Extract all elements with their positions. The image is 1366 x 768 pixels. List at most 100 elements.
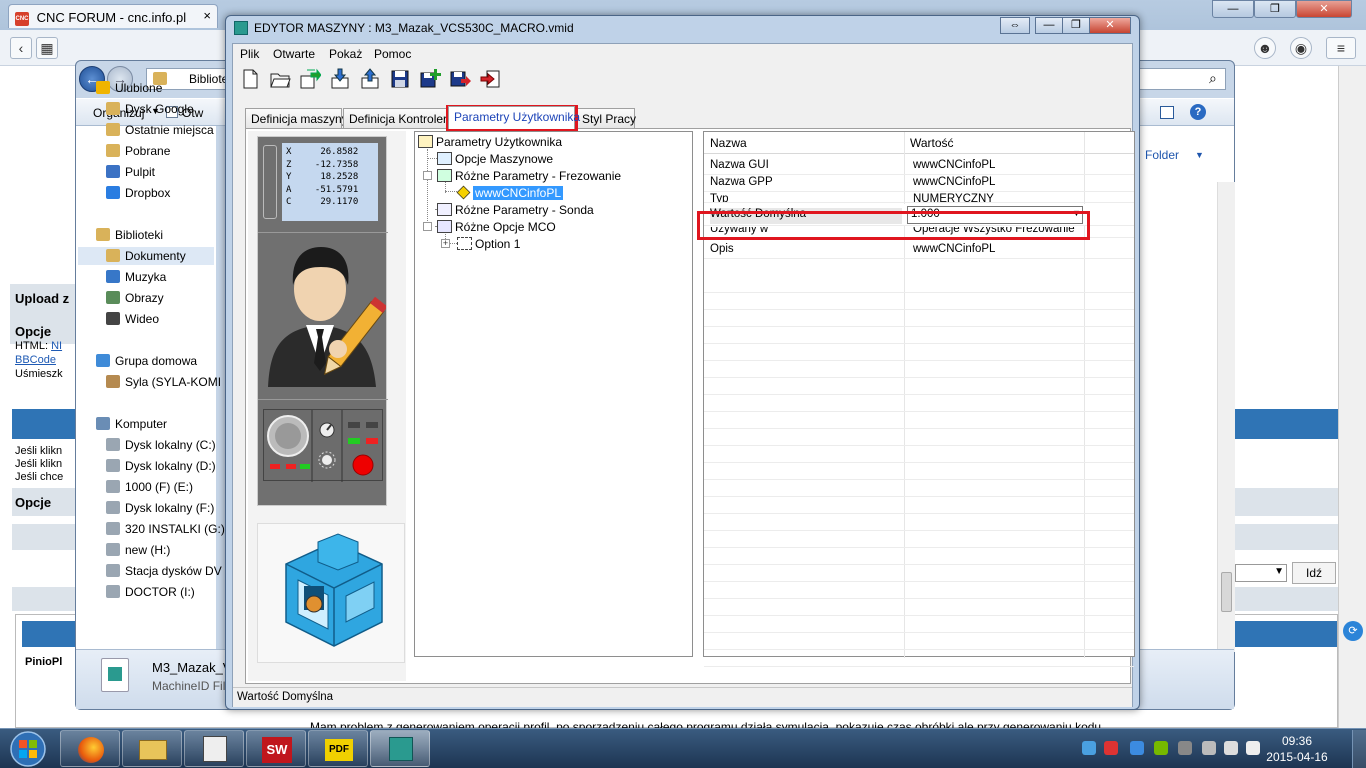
back-icon[interactable]: ‹ <box>10 37 32 59</box>
bbcode-link[interactable]: BBCode <box>15 354 56 366</box>
tree-mco-options[interactable]: Różne Opcje MCO <box>437 219 556 235</box>
display-tray-icon[interactable] <box>1178 741 1192 755</box>
flag-tray-icon[interactable] <box>1202 741 1216 755</box>
nav-item[interactable]: Dropbox <box>106 184 170 202</box>
grid-empty-row <box>704 599 1134 616</box>
tree-root[interactable]: Parametry Użytkownika <box>418 134 562 150</box>
collapse-toggle[interactable] <box>423 171 432 180</box>
search-icon[interactable]: ⌕ <box>1209 70 1217 87</box>
content-scrollbar[interactable] <box>1217 182 1235 652</box>
firefox-taskbar-icon[interactable] <box>60 730 120 767</box>
nav-item[interactable]: Pobrane <box>106 142 170 160</box>
menu-plik[interactable]: Plik <box>240 47 259 61</box>
tree-machine-options[interactable]: Opcje Maszynowe <box>437 151 553 167</box>
solidworks-taskbar-icon[interactable]: SW <box>246 730 306 767</box>
tab-controller-definition[interactable]: Definicja Kontrolera <box>343 108 448 128</box>
nav-item[interactable]: Dysk lokalny (D:) <box>106 457 216 475</box>
pdf-taskbar-icon[interactable]: PDF <box>308 730 368 767</box>
grid-row[interactable]: Opis wwwCNCinfoPL <box>704 242 1134 259</box>
tiles-icon[interactable]: ▦ <box>36 37 58 59</box>
collapse-toggle-mco[interactable] <box>423 222 432 231</box>
teamviewer-icon[interactable]: ⟳ <box>1343 621 1363 641</box>
editor-minimize-button[interactable]: — <box>1035 17 1063 34</box>
save-add-icon[interactable] <box>419 68 441 90</box>
nvidia-tray-icon[interactable] <box>1154 741 1168 755</box>
nav-item[interactable]: Pulpit <box>106 163 155 181</box>
nav-item[interactable]: Ostatnie miejsca <box>106 121 214 139</box>
forum-select[interactable]: ▼ <box>1235 564 1287 582</box>
grid-row[interactable]: Nazwa GPP wwwCNCinfoPL <box>704 175 1134 192</box>
menu-pokaz[interactable]: Pokaż <box>329 47 362 61</box>
tab-work-style[interactable]: Styl Pracy <box>576 108 636 128</box>
clock-date: 2015-04-16 <box>1266 750 1328 764</box>
nav-item[interactable]: Syla (SYLA-KOMI <box>106 373 221 391</box>
new-file-icon[interactable] <box>239 68 261 90</box>
grid-row[interactable]: Typ NUMERYCZNY <box>704 192 1134 203</box>
html-link[interactable]: NI <box>51 340 62 352</box>
expand-toggle-option1[interactable]: + <box>441 239 450 248</box>
menu-otwarte[interactable]: Otwarte <box>273 47 315 61</box>
editor-maximize-button[interactable]: ❐ <box>1062 17 1090 34</box>
start-button[interactable] <box>2 730 54 768</box>
grid-row[interactable]: Nazwa GUI wwwCNCinfoPL <box>704 158 1134 175</box>
nav-item[interactable]: 1000 (F) (E:) <box>106 478 193 496</box>
resize-button[interactable]: ⇔ <box>1000 17 1030 34</box>
help-icon[interactable]: ? <box>1190 104 1206 120</box>
new-folder-button[interactable]: Folder <box>1145 148 1179 162</box>
machine-editor-taskbar-icon[interactable] <box>370 730 430 767</box>
nav-item[interactable]: Stacja dysków DV <box>106 562 222 580</box>
nav-item[interactable]: DOCTOR (I:) <box>106 583 195 601</box>
nav-item[interactable]: Biblioteki <box>96 226 163 244</box>
chat-icon[interactable]: ☻ <box>1254 37 1276 59</box>
tree-selected-param[interactable]: wwwCNCinfoPL <box>456 185 564 201</box>
tab-user-parameters[interactable]: Parametry Użytkownika <box>448 106 580 129</box>
nav-item[interactable]: Komputer <box>96 415 167 433</box>
minimize-button[interactable]: — <box>1212 0 1254 18</box>
exit-icon[interactable] <box>479 68 501 90</box>
nav-item[interactable]: Dysk Google <box>106 100 194 118</box>
nav-item[interactable]: Obrazy <box>106 289 164 307</box>
nav-item[interactable]: Dokumenty <box>78 247 214 265</box>
go-button[interactable]: Idź <box>1292 562 1336 584</box>
nav-item[interactable]: Ulubione <box>96 79 162 97</box>
tree-option-1[interactable]: Option 1 <box>457 236 520 252</box>
explorer-taskbar-icon[interactable] <box>122 730 182 767</box>
nav-item[interactable]: Muzyka <box>106 268 166 286</box>
maximize-button[interactable]: ❐ <box>1254 0 1296 18</box>
show-desktop-button[interactable] <box>1352 730 1366 768</box>
system-clock[interactable]: 09:36 2015-04-16 <box>1262 733 1332 765</box>
close-tab-icon[interactable]: × <box>203 8 211 23</box>
tree-milling-params[interactable]: Różne Parametry - Frezowanie <box>437 168 621 184</box>
save-as-icon[interactable] <box>449 68 471 90</box>
account-icon[interactable]: ◉ <box>1290 37 1312 59</box>
menu-pomoc[interactable]: Pomoc <box>374 47 411 61</box>
editor-close-button[interactable]: ✕ <box>1089 17 1131 34</box>
import-blue-icon[interactable] <box>329 68 351 90</box>
nav-item[interactable]: 320 INSTALKI (G:) <box>106 520 225 538</box>
nav-item[interactable]: Grupa domowa <box>96 352 197 370</box>
dropbox-tray-icon[interactable] <box>1130 741 1144 755</box>
nav-item[interactable]: Dysk lokalny (C:) <box>106 436 216 454</box>
open-folder-icon[interactable] <box>269 68 291 90</box>
nav-item[interactable]: Dysk lokalny (F:) <box>106 499 214 517</box>
signal-tray-icon[interactable] <box>1224 741 1238 755</box>
preview-pane-icon[interactable] <box>1160 106 1174 119</box>
close-button[interactable]: ✕ <box>1296 0 1352 18</box>
antivirus-tray-icon[interactable] <box>1104 741 1118 755</box>
column-value-header: Wartość <box>910 136 954 150</box>
menu-icon[interactable]: ≡ <box>1326 37 1356 59</box>
tab-machine-definition[interactable]: Definicja maszyny <box>245 108 348 128</box>
nav-item-label: Komputer <box>115 417 168 431</box>
scroll-thumb[interactable] <box>1221 572 1232 612</box>
save-icon[interactable] <box>389 68 411 90</box>
network-tray-icon[interactable] <box>1082 741 1096 755</box>
nav-item[interactable]: new (H:) <box>106 541 170 559</box>
volume-tray-icon[interactable] <box>1246 741 1260 755</box>
cnc-app-taskbar-icon[interactable] <box>184 730 244 767</box>
browser-tab[interactable]: CNC CNC FORUM - cnc.info.pl × <box>8 4 218 28</box>
nav-item[interactable]: Wideo <box>106 310 159 328</box>
nav-item-label: Pobrane <box>125 144 171 158</box>
export-green-icon[interactable] <box>299 68 322 90</box>
tree-probe-params[interactable]: Różne Parametry - Sonda <box>437 202 594 218</box>
export-blue-icon[interactable] <box>359 68 381 90</box>
